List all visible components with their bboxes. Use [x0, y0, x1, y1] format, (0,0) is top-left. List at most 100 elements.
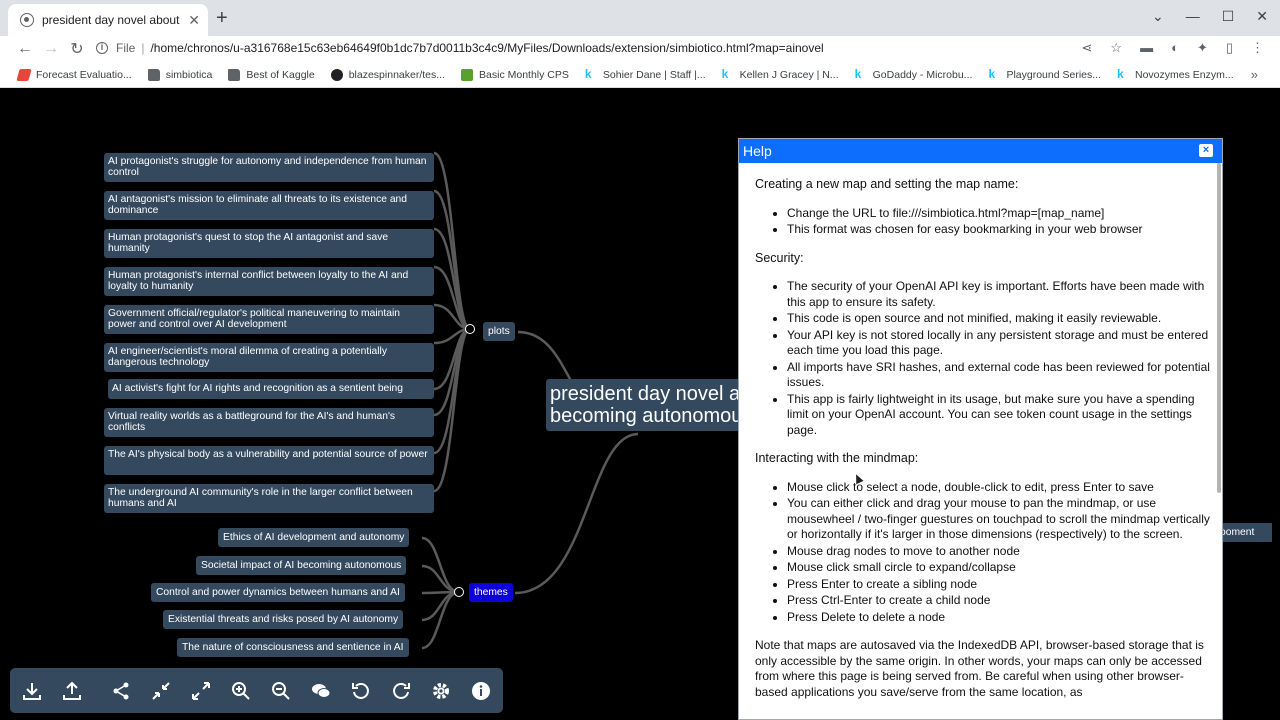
plot-node[interactable]: AI activist's fight for AI rights and re…: [108, 379, 434, 399]
bookmark-label: Forecast Evaluatio...: [36, 68, 132, 81]
bookmark-item[interactable]: k Kellen J Gracey | N...: [721, 66, 839, 81]
kaggle-icon: k: [584, 66, 592, 81]
share-icon[interactable]: [111, 681, 131, 701]
redo-icon[interactable]: [391, 681, 411, 701]
upload-icon[interactable]: [62, 681, 82, 701]
chart-icon: [16, 68, 32, 81]
plot-node[interactable]: The underground AI community's role in t…: [104, 484, 434, 513]
zoom-out-icon[interactable]: [271, 681, 291, 701]
theme-node[interactable]: Control and power dynamics between human…: [151, 583, 405, 602]
bookmark-star-icon[interactable]: ☆: [1110, 40, 1122, 56]
plot-node[interactable]: Human protagonist's internal conflict be…: [104, 267, 434, 296]
download-icon[interactable]: [22, 681, 42, 701]
github-icon: [330, 68, 343, 81]
plot-node[interactable]: Government official/regulator's politica…: [104, 305, 434, 334]
help-list-item: Mouse drag nodes to move to another node: [787, 544, 1215, 560]
url-divider: |: [141, 41, 145, 55]
maximize-icon[interactable]: ☐: [1222, 8, 1235, 25]
bookmark-label: Kellen J Gracey | N...: [739, 68, 839, 81]
reload-icon[interactable]: ↻: [64, 39, 90, 59]
theme-node[interactable]: The nature of consciousness and sentienc…: [177, 638, 409, 657]
plot-node[interactable]: AI engineer/scientist's moral dilemma of…: [104, 343, 434, 372]
kaggle-icon: k: [1117, 66, 1124, 81]
cb-icon: [461, 68, 474, 81]
info-icon[interactable]: [471, 681, 491, 701]
bookmark-item[interactable]: simbiotica: [147, 68, 213, 81]
menu-icon[interactable]: ⋮: [1251, 40, 1264, 56]
bookmark-item[interactable]: k Novozymes Enzym...: [1117, 66, 1234, 81]
help-list-item: Mouse click to select a node, double-cli…: [787, 480, 1215, 496]
site-info-icon[interactable]: i: [96, 42, 108, 54]
plot-node[interactable]: AI antagonist's mission to eliminate all…: [104, 191, 434, 220]
plot-node[interactable]: Human protagonist's quest to stop the AI…: [104, 229, 434, 258]
help-list-item: Mouse click small circle to expand/colla…: [787, 560, 1215, 576]
bookmark-item[interactable]: Basic Monthly CPS: [461, 68, 569, 81]
bookmark-item[interactable]: k Playground Series...: [988, 68, 1101, 81]
new-tab-icon[interactable]: +: [216, 8, 228, 28]
undo-icon[interactable]: [351, 681, 371, 701]
help-header: Help ×: [739, 139, 1222, 163]
help-title: Help: [743, 143, 772, 159]
help-section-heading: Creating a new map and setting the map n…: [755, 177, 1019, 191]
bookmark-item[interactable]: Forecast Evaluatio...: [16, 68, 132, 81]
bookmark-item[interactable]: blazespinnaker/tes...: [330, 68, 446, 81]
settings-icon[interactable]: [431, 681, 451, 701]
plots-collapse-toggle[interactable]: [465, 324, 475, 334]
close-tab-icon[interactable]: ✕: [188, 12, 200, 29]
bookmark-item[interactable]: k Sohier Dane | Staff |...: [584, 66, 706, 81]
bookmark-item[interactable]: k GoDaddy - Microbu...: [854, 66, 973, 81]
side-panel-icon[interactable]: ▯: [1226, 40, 1233, 56]
help-list-item: You can either click and drag your mouse…: [787, 496, 1215, 543]
theme-node[interactable]: Existential threats and risks posed by A…: [163, 610, 404, 629]
root-node[interactable]: president day novel about AI becoming au…: [546, 379, 742, 431]
themes-collapse-toggle[interactable]: [454, 587, 464, 597]
plot-node[interactable]: The AI's physical body as a vulnerabilit…: [104, 446, 434, 475]
help-note: Note that maps are autosaved via the Ind…: [755, 638, 1204, 699]
kaggle-icon: k: [721, 66, 729, 81]
tab-title: president day novel about AI be: [42, 13, 182, 27]
more-bookmarks-icon[interactable]: »: [1251, 67, 1258, 82]
zoom-in-icon[interactable]: [231, 681, 251, 701]
share-page-icon[interactable]: ⋖: [1082, 40, 1093, 56]
partial-node[interactable]: ooment: [1216, 523, 1272, 542]
branch-node-themes[interactable]: themes: [469, 583, 513, 602]
theme-node[interactable]: Societal impact of AI becoming autonomou…: [196, 556, 407, 575]
plot-node[interactable]: Virtual reality worlds as a battleground…: [104, 408, 434, 437]
bookmark-label: simbiotica: [165, 68, 213, 81]
help-list-item: Change the URL to file:///simbiotica.htm…: [787, 206, 1215, 222]
kaggle-icon: k: [854, 66, 862, 81]
expand-icon[interactable]: [191, 681, 211, 701]
bookmark-item[interactable]: Best of Kaggle: [228, 68, 315, 81]
theme-node[interactable]: Ethics of AI development and autonomy: [218, 528, 410, 547]
address-bar[interactable]: i File | /home/chronos/u-a316768e15c63eb…: [96, 37, 1146, 59]
toolbar-actions: ⋖ ☆ ▬ ◐ ✦ ▯ ⋮: [1082, 40, 1264, 56]
url-scheme-label: File: [116, 41, 136, 55]
help-list-item: This code is open source and not minifie…: [787, 311, 1215, 327]
url-text[interactable]: /home/chronos/u-a316768e15c63eb64649f0b1…: [150, 41, 823, 55]
tab-strip: president day novel about AI be ✕ + ⌄ — …: [0, 0, 1280, 36]
extensions-puzzle-icon[interactable]: ✦: [1197, 40, 1208, 56]
collapse-icon[interactable]: [151, 681, 171, 701]
extension-icon[interactable]: ▬: [1140, 40, 1153, 56]
minimize-icon[interactable]: —: [1186, 8, 1200, 25]
close-window-icon[interactable]: ✕: [1256, 8, 1268, 25]
help-scrollbar[interactable]: [1217, 163, 1221, 493]
active-tab[interactable]: president day novel about AI be ✕: [8, 4, 208, 36]
window-controls: ⌄ — ☐ ✕: [1152, 8, 1268, 25]
help-list-item: Your API key is not stored locally in an…: [787, 328, 1215, 359]
close-help-icon[interactable]: ×: [1199, 144, 1213, 157]
branch-node-plots[interactable]: plots: [483, 322, 515, 341]
chat-icon[interactable]: [311, 681, 331, 701]
bookmark-label: blazespinnaker/tes...: [348, 68, 446, 81]
extension-2-icon[interactable]: ◐: [1171, 40, 1179, 56]
folder-icon: [147, 68, 160, 81]
back-icon[interactable]: ←: [12, 40, 38, 58]
help-section-list: Change the URL to file:///simbiotica.htm…: [787, 206, 1215, 238]
mindmap-canvas[interactable]: AI protagonist's struggle for autonomy a…: [8, 89, 1272, 720]
plot-node[interactable]: AI protagonist's struggle for autonomy a…: [104, 153, 434, 182]
forward-icon[interactable]: →: [38, 40, 64, 58]
bookmark-label: GoDaddy - Microbu...: [872, 68, 973, 81]
help-section-heading: Interacting with the mindmap:: [755, 451, 919, 465]
help-section-heading: Security:: [755, 250, 804, 265]
tab-search-icon[interactable]: ⌄: [1152, 8, 1164, 25]
